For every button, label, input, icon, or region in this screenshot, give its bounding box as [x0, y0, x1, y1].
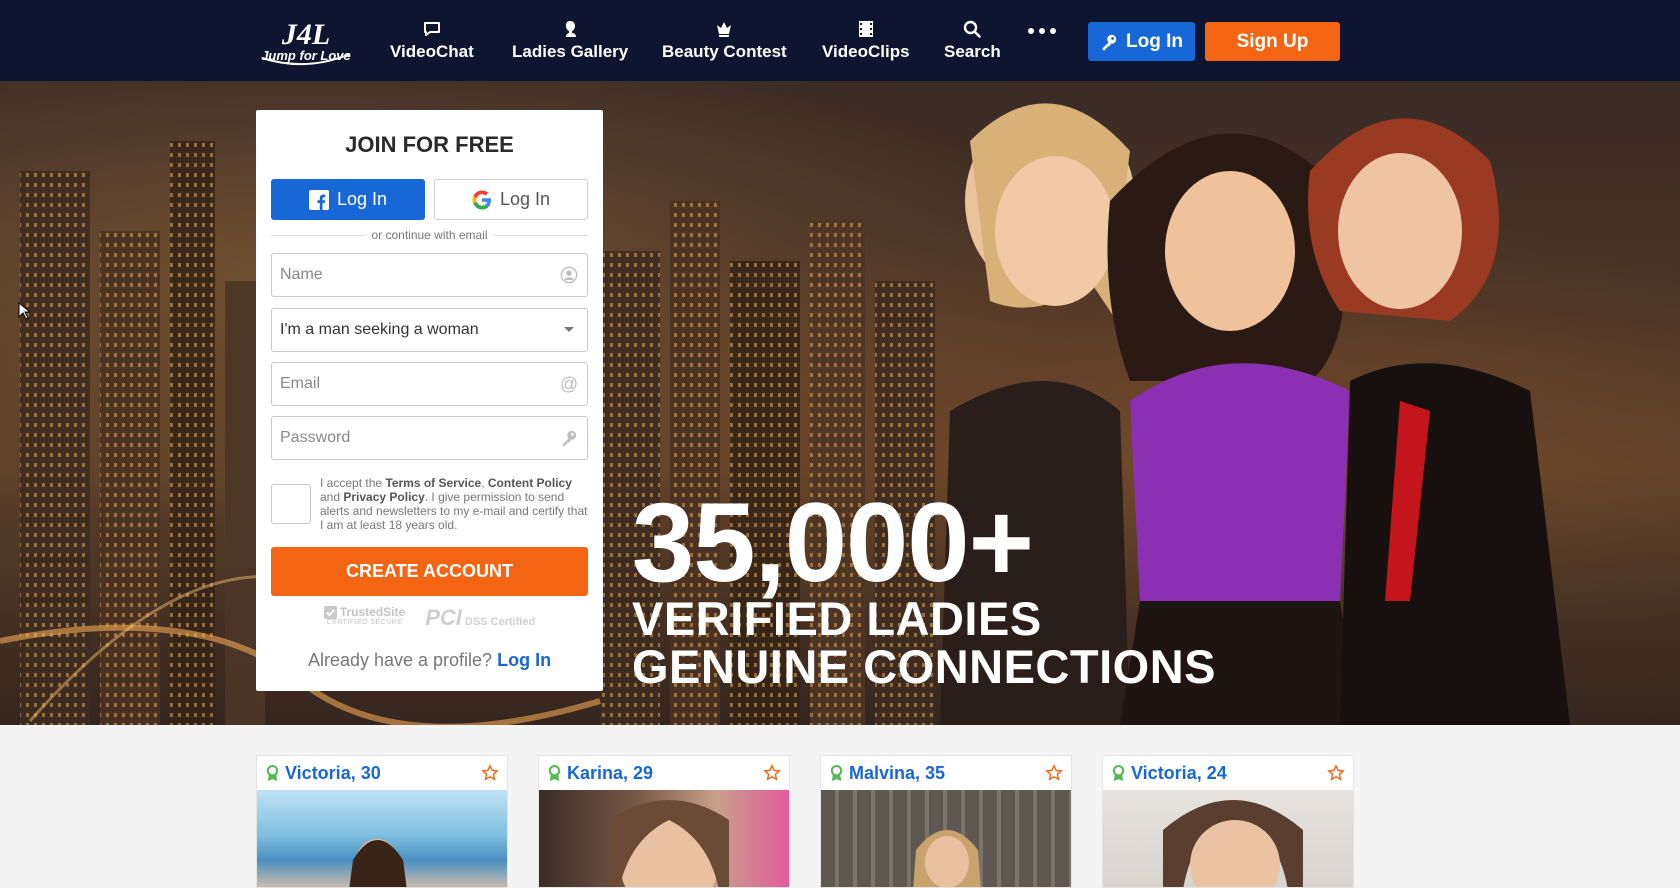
- profile-photo[interactable]: [539, 790, 789, 887]
- logo-mark: J4L Jump for Love: [261, 18, 351, 66]
- password-field[interactable]: [271, 416, 588, 460]
- pci-dss-badge: PCI DSS Certified: [425, 605, 536, 630]
- svg-text:J4L: J4L: [281, 18, 330, 51]
- signup-title: JOIN FOR FREE: [345, 132, 514, 157]
- header-signup-button[interactable]: Sign Up: [1205, 22, 1340, 61]
- name-input[interactable]: [280, 266, 559, 284]
- lady-silhouette-icon: [559, 18, 581, 40]
- google-login-button[interactable]: Log In: [434, 179, 588, 220]
- svg-text:Jump for Love: Jump for Love: [261, 48, 351, 63]
- nav-videochat[interactable]: VideoChat: [390, 18, 474, 62]
- nav-ladies-gallery[interactable]: Ladies Gallery: [512, 18, 628, 62]
- site-logo[interactable]: J4L Jump for Love: [256, 14, 356, 68]
- key-icon: [559, 428, 579, 448]
- trustedsite-badge: TrustedSite CERTIFIED SECURE: [323, 605, 405, 631]
- verified-badge-icon: [548, 764, 561, 781]
- login-link[interactable]: Log In: [497, 650, 551, 670]
- key-icon: [1102, 34, 1117, 50]
- email-input[interactable]: [280, 375, 559, 393]
- nav-label: Search: [944, 42, 1001, 61]
- profile-card[interactable]: Karina, 29: [538, 755, 790, 888]
- create-account-button[interactable]: CREATE ACCOUNT: [271, 547, 588, 596]
- already-have-profile: Already have a profile? Log In: [307, 650, 552, 670]
- at-sign-icon: @: [559, 373, 579, 394]
- favorite-star-icon[interactable]: [1045, 764, 1063, 782]
- user-icon: [559, 265, 579, 285]
- verified-badge-icon: [1112, 764, 1125, 781]
- nav-videoclips[interactable]: VideoClips: [822, 18, 910, 62]
- favorite-star-icon[interactable]: [763, 764, 781, 782]
- hero-banner: 35,000+ VERIFIED LADIES GENUINE CONNECTI…: [0, 81, 1680, 725]
- privacy-policy-link[interactable]: Privacy Policy: [343, 490, 424, 504]
- nav-beauty-contest[interactable]: Beauty Contest: [662, 18, 787, 62]
- profile-photo[interactable]: [1103, 790, 1353, 887]
- name-field[interactable]: [271, 253, 588, 297]
- search-icon: [961, 18, 983, 40]
- email-field[interactable]: @: [271, 362, 588, 406]
- profile-card[interactable]: Victoria, 30: [256, 755, 508, 888]
- verified-badge-icon: [830, 764, 843, 781]
- verified-badge-icon: [266, 764, 279, 781]
- nav-label: VideoClips: [822, 42, 910, 61]
- profile-card[interactable]: Victoria, 24: [1102, 755, 1354, 888]
- divider-text: or continue with email: [256, 228, 603, 242]
- crown-icon: [713, 18, 735, 40]
- password-input[interactable]: [280, 429, 559, 447]
- hero-tagline-1: VERIFIED LADIES: [632, 592, 1042, 645]
- chevron-down-icon: [559, 320, 579, 340]
- seeking-value: I'm a man seeking a woman: [280, 321, 479, 338]
- header-login-button[interactable]: Log In: [1088, 22, 1195, 61]
- nav-label: Ladies Gallery: [512, 42, 629, 61]
- content-policy-link[interactable]: Content Policy: [488, 476, 572, 490]
- terms-text: I accept the Terms of Service, Content P…: [320, 476, 588, 532]
- profile-name[interactable]: Malvina, 35: [849, 763, 1040, 784]
- facebook-login-button[interactable]: Log In: [271, 179, 425, 220]
- hero-headline: 35,000+ VERIFIED LADIES GENUINE CONNECTI…: [632, 480, 1216, 693]
- favorite-star-icon[interactable]: [1327, 764, 1345, 782]
- facebook-icon: [308, 189, 329, 210]
- mouse-cursor-icon: [18, 302, 30, 320]
- hero-tagline-2: GENUINE CONNECTIONS: [632, 640, 1216, 693]
- top-navbar: J4L Jump for Love VideoChat Ladies Galle…: [0, 0, 1680, 81]
- terms-checkbox[interactable]: [271, 484, 311, 524]
- profile-photo[interactable]: [821, 790, 1071, 887]
- terms-of-service-link[interactable]: Terms of Service: [385, 476, 481, 490]
- profile-name[interactable]: Victoria, 24: [1131, 763, 1322, 784]
- signup-card: JOIN FOR FREE Log In Log In or continue …: [256, 110, 603, 691]
- profile-card[interactable]: Malvina, 35: [820, 755, 1072, 888]
- profile-name[interactable]: Victoria, 30: [285, 763, 476, 784]
- favorite-star-icon[interactable]: [481, 764, 499, 782]
- nav-label: VideoChat: [390, 42, 474, 61]
- profile-photo[interactable]: [257, 790, 507, 887]
- hero-big-number: 35,000+: [632, 480, 1034, 605]
- google-icon: [472, 190, 491, 209]
- check-shield-icon: [323, 605, 337, 619]
- seeking-select[interactable]: I'm a man seeking a woman: [271, 308, 588, 352]
- chat-bubble-icon: [421, 18, 443, 40]
- nav-search[interactable]: Search: [944, 18, 1001, 62]
- trust-badges: TrustedSite CERTIFIED SECURE PCI DSS Cert…: [256, 605, 603, 631]
- nav-label: Beauty Contest: [662, 42, 787, 61]
- profile-name[interactable]: Karina, 29: [567, 763, 758, 784]
- more-dots-icon[interactable]: [1028, 28, 1056, 34]
- film-icon: [855, 18, 877, 40]
